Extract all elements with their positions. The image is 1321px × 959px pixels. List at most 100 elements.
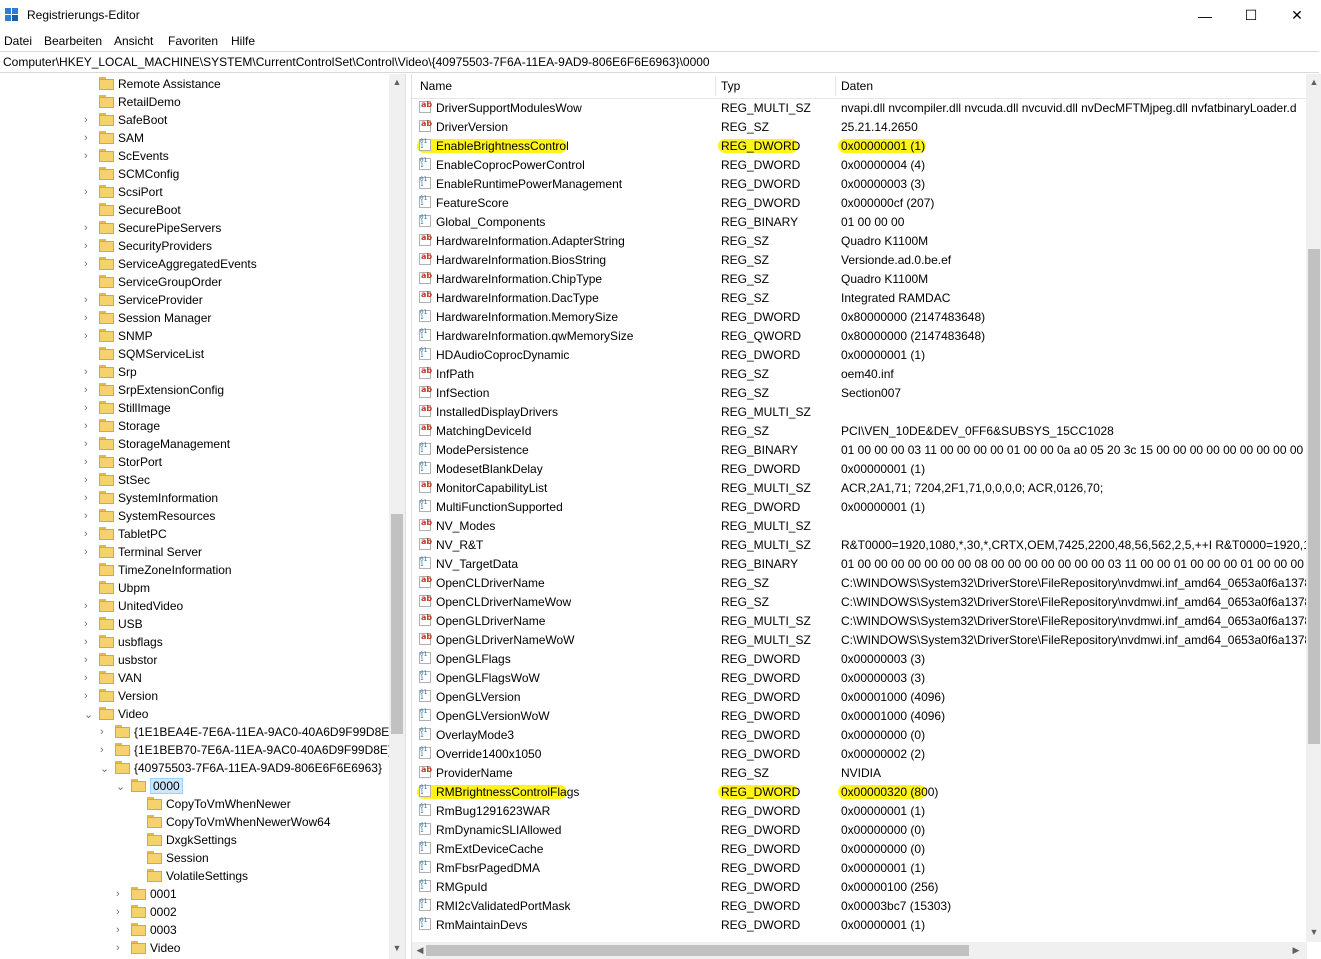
value-list[interactable]: Name Typ Daten DriverSupportModulesWow RE… xyxy=(411,74,1321,959)
tree-item[interactable]: › {1E1BEA4E-7E6A-11EA-9AC0-40A6D9F99D8E} xyxy=(0,724,393,742)
chevron-right-icon[interactable]: › xyxy=(100,744,110,756)
value-row[interactable]: DriverSupportModulesWow REG_MULTI_SZ nvapi… xyxy=(412,98,1307,117)
tree-vertical-scrollbar[interactable]: ▲ ▼ xyxy=(389,74,405,959)
tree-item[interactable]: › SystemResources xyxy=(0,508,390,526)
value-row[interactable]: InstalledDisplayDrivers REG_MULTI_SZ xyxy=(412,402,1307,421)
chevron-right-icon[interactable]: › xyxy=(116,942,126,954)
minimize-button[interactable]: — xyxy=(1182,0,1228,31)
value-row[interactable]: HardwareInformation.DacType REG_SZ Integra… xyxy=(412,288,1307,307)
value-row[interactable]: RMGpuId REG_DWORD 0x00000100 (256) xyxy=(412,877,1307,896)
value-row[interactable]: InfSection REG_SZ Section007 xyxy=(412,383,1307,402)
value-row[interactable]: RmExtDeviceCache REG_DWORD 0x00000000 (0) xyxy=(412,839,1307,858)
tree-item[interactable]: DxgkSettings xyxy=(0,832,390,850)
tree-item[interactable]: Remote Assistance xyxy=(0,76,390,94)
scroll-down-arrow-icon[interactable]: ▼ xyxy=(389,940,405,956)
chevron-right-icon[interactable]: › xyxy=(84,384,94,396)
value-row[interactable]: MultiFunctionSupported REG_DWORD 0x0000000… xyxy=(412,497,1307,516)
tree-item[interactable]: SecureBoot xyxy=(0,202,390,220)
value-row[interactable]: MonitorCapabilityList REG_MULTI_SZ ACR,2A1… xyxy=(412,478,1307,497)
tree-item[interactable]: ⌄ 0000 xyxy=(0,778,390,796)
list-scroll-thumb[interactable] xyxy=(1308,249,1320,744)
chevron-right-icon[interactable]: › xyxy=(84,492,94,504)
chevron-right-icon[interactable]: › xyxy=(84,690,94,702)
value-row[interactable]: HardwareInformation.qwMemorySize REG_QWOR… xyxy=(412,326,1307,345)
tree-item[interactable]: Session xyxy=(0,850,390,868)
value-row[interactable]: OpenGLDriverNameWoW REG_MULTI_SZ C:\WINDOW… xyxy=(412,630,1318,649)
chevron-down-icon[interactable]: ⌄ xyxy=(116,780,126,793)
tree-item[interactable]: › Session Manager xyxy=(0,310,390,328)
tree-item[interactable]: SQMServiceList xyxy=(0,346,390,364)
menu-datei[interactable]: Datei xyxy=(4,34,32,48)
value-row[interactable]: OpenGLDriverName REG_MULTI_SZ C:\WINDOWS\S… xyxy=(412,611,1318,630)
tree-item[interactable]: › VAN xyxy=(0,670,390,688)
column-type[interactable]: Typ xyxy=(721,79,740,93)
value-row[interactable]: ProviderName REG_SZ NVIDIA xyxy=(412,763,1307,782)
value-row[interactable]: FeatureScore REG_DWORD 0x000000cf (207) xyxy=(412,193,1307,212)
menu-hilfe[interactable]: Hilfe xyxy=(231,34,255,48)
value-row[interactable]: ModesetBlankDelay REG_DWORD 0x00000001 (1) xyxy=(412,459,1307,478)
tree-item[interactable]: ServiceGroupOrder xyxy=(0,274,390,292)
chevron-right-icon[interactable]: › xyxy=(84,510,94,522)
tree-item[interactable]: › StorageManagement xyxy=(0,436,390,454)
value-row[interactable]: HardwareInformation.AdapterString REG_SZ Q… xyxy=(412,231,1307,250)
chevron-right-icon[interactable]: › xyxy=(84,222,94,234)
scroll-down-arrow-icon[interactable]: ▼ xyxy=(1306,924,1321,940)
tree-item[interactable]: › {1E1BEB70-7E6A-11EA-9AC0-40A6D9F99D8E} xyxy=(0,742,392,760)
value-row[interactable]: RMI2cValidatedPortMask REG_DWORD 0x00003bc… xyxy=(412,896,1307,915)
scroll-up-arrow-icon[interactable]: ▲ xyxy=(389,74,405,90)
chevron-right-icon[interactable]: › xyxy=(84,618,94,630)
value-row[interactable]: RMBrightnessControlFlags REG_DWORD 0x00000… xyxy=(412,782,1307,801)
key-tree[interactable]: Remote Assistance RetailDemo › SafeBoot › SAM… xyxy=(0,74,406,959)
tree-item[interactable]: › Storage xyxy=(0,418,390,436)
chevron-right-icon[interactable]: › xyxy=(84,636,94,648)
scroll-up-arrow-icon[interactable]: ▲ xyxy=(1306,74,1321,90)
value-row[interactable]: OpenGLFlagsWoW REG_DWORD 0x00000003 (3) xyxy=(412,668,1307,687)
tree-item[interactable]: RetailDemo xyxy=(0,94,390,112)
menu-bearbeiten[interactable]: Bearbeiten xyxy=(44,34,102,48)
tree-item[interactable]: › StSec xyxy=(0,472,390,490)
menu-ansicht[interactable]: Ansicht xyxy=(114,34,153,48)
chevron-right-icon[interactable]: › xyxy=(84,600,94,612)
value-row[interactable]: OpenGLFlags REG_DWORD 0x00000003 (3) xyxy=(412,649,1307,668)
tree-item[interactable]: › ServiceProvider xyxy=(0,292,390,310)
value-row[interactable]: RmMaintainDevs REG_DWORD 0x00000001 (1) xyxy=(412,915,1307,934)
maximize-button[interactable]: ☐ xyxy=(1228,0,1274,31)
tree-item[interactable]: › TabletPC xyxy=(0,526,390,544)
tree-item[interactable]: SCMConfig xyxy=(0,166,390,184)
chevron-down-icon[interactable]: ⌄ xyxy=(84,708,94,721)
address-path[interactable]: Computer\HKEY_LOCAL_MACHINE\SYSTEM\Curre… xyxy=(3,55,710,69)
tree-item[interactable]: CopyToVmWhenNewerWow64 xyxy=(0,814,390,832)
tree-item[interactable]: › USB xyxy=(0,616,390,634)
value-row[interactable]: HardwareInformation.ChipType REG_SZ Quadro… xyxy=(412,269,1307,288)
chevron-right-icon[interactable]: › xyxy=(84,186,94,198)
value-row[interactable]: OpenGLVersionWoW REG_DWORD 0x00001000 (409… xyxy=(412,706,1307,725)
tree-item[interactable]: › StillImage xyxy=(0,400,390,418)
value-row[interactable]: OpenGLVersion REG_DWORD 0x00001000 (4096) xyxy=(412,687,1307,706)
tree-item[interactable]: › 0002 xyxy=(0,904,390,922)
tree-item[interactable]: › Srp xyxy=(0,364,390,382)
chevron-right-icon[interactable]: › xyxy=(84,312,94,324)
chevron-right-icon[interactable]: › xyxy=(84,294,94,306)
column-name[interactable]: Name xyxy=(420,79,452,93)
chevron-right-icon[interactable]: › xyxy=(116,924,126,936)
value-row[interactable]: EnableCoprocPowerControl REG_DWORD 0x00000… xyxy=(412,155,1307,174)
chevron-down-icon[interactable]: ⌄ xyxy=(100,762,110,775)
scroll-right-arrow-icon[interactable]: ▶ xyxy=(1288,942,1304,958)
tree-item[interactable]: Ubpm xyxy=(0,580,390,598)
tree-item[interactable]: › SrpExtensionConfig xyxy=(0,382,390,400)
chevron-right-icon[interactable]: › xyxy=(84,132,94,144)
chevron-right-icon[interactable]: › xyxy=(84,114,94,126)
tree-item[interactable]: CopyToVmWhenNewer xyxy=(0,796,390,814)
tree-item[interactable]: › UnitedVideo xyxy=(0,598,390,616)
value-row[interactable]: RmBug1291623WAR REG_DWORD 0x00000001 (1) xyxy=(412,801,1307,820)
tree-item[interactable]: › Terminal Server xyxy=(0,544,390,562)
chevron-right-icon[interactable]: › xyxy=(84,438,94,450)
tree-item[interactable]: › SAM xyxy=(0,130,390,148)
value-row[interactable]: EnableBrightnessControl REG_DWORD 0x000000… xyxy=(412,136,1307,155)
tree-item[interactable]: ⌄ Video xyxy=(0,706,390,724)
chevron-right-icon[interactable]: › xyxy=(84,240,94,252)
tree-item[interactable]: › usbflags xyxy=(0,634,390,652)
chevron-right-icon[interactable]: › xyxy=(84,366,94,378)
chevron-right-icon[interactable]: › xyxy=(84,258,94,270)
chevron-right-icon[interactable]: › xyxy=(84,456,94,468)
